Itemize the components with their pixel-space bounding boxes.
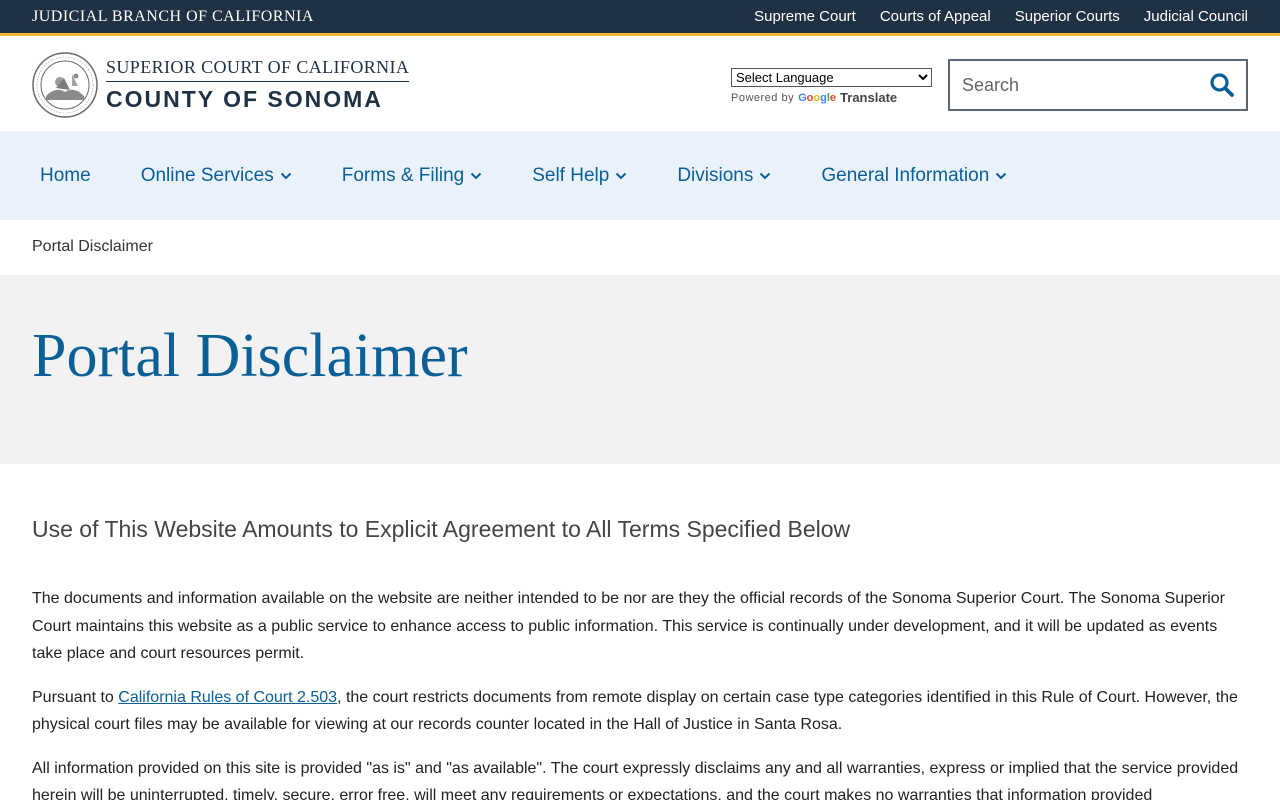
link-superior-courts[interactable]: Superior Courts xyxy=(1015,8,1120,25)
link-supreme-court[interactable]: Supreme Court xyxy=(754,8,856,25)
nav-general-information[interactable]: General Information xyxy=(821,165,1007,187)
court-seal-icon xyxy=(32,52,98,118)
nav-home-label: Home xyxy=(40,164,91,186)
nav-self-help[interactable]: Self Help xyxy=(532,165,627,187)
powered-by-google: Powered by Google Translate xyxy=(731,90,932,105)
page-title: Portal Disclaimer xyxy=(32,322,468,390)
top-utility-bar: JUDICIAL BRANCH OF CALIFORNIA Supreme Co… xyxy=(0,0,1280,36)
nav-online-services-label: Online Services xyxy=(140,164,274,186)
search-button[interactable] xyxy=(1198,61,1246,109)
site-header: SUPERIOR COURT OF CALIFORNIA COUNTY OF S… xyxy=(0,39,1280,131)
chevron-down-icon xyxy=(996,172,1007,179)
logo-line-county: COUNTY OF SONOMA xyxy=(106,86,383,112)
search-box xyxy=(948,59,1248,111)
nav-online-services[interactable]: Online Services xyxy=(141,165,292,187)
logo-text: SUPERIOR COURT OF CALIFORNIA COUNTY OF S… xyxy=(106,57,410,113)
link-courts-of-appeal[interactable]: Courts of Appeal xyxy=(880,8,991,25)
language-select[interactable]: Select Language xyxy=(731,68,932,87)
court-logo[interactable]: SUPERIOR COURT OF CALIFORNIA COUNTY OF S… xyxy=(32,52,410,118)
page-hero: Portal Disclaimer xyxy=(0,275,1280,464)
judicial-links: Supreme Court Courts of Appeal Superior … xyxy=(754,8,1248,25)
breadcrumb: Portal Disclaimer xyxy=(32,238,153,256)
breadcrumb-current: Portal Disclaimer xyxy=(32,238,153,255)
judicial-branch-title[interactable]: JUDICIAL BRANCH OF CALIFORNIA xyxy=(32,8,314,26)
chevron-down-icon xyxy=(616,172,627,179)
chevron-down-icon xyxy=(471,172,482,179)
nav-divisions[interactable]: Divisions xyxy=(677,165,771,187)
p2-prefix: Pursuant to xyxy=(32,688,119,706)
google-logo-icon[interactable]: Google xyxy=(798,92,836,104)
rules-of-court-link[interactable]: California Rules of Court 2.503 xyxy=(118,689,337,706)
powered-by-label: Powered by xyxy=(731,91,795,104)
paragraph-as-is: All information provided on this site is… xyxy=(32,759,1239,800)
translate-label: Translate xyxy=(840,90,898,105)
nav-home[interactable]: Home xyxy=(40,165,91,187)
nav-forms-filing-label: Forms & Filing xyxy=(341,164,465,186)
main-content: Use of This Website Amounts to Explicit … xyxy=(32,516,1248,800)
content-heading: Use of This Website Amounts to Explicit … xyxy=(32,516,851,542)
link-judicial-council[interactable]: Judicial Council xyxy=(1144,8,1248,25)
chevron-down-icon xyxy=(760,172,771,179)
main-navigation: Home Online Services Forms & Filing Self… xyxy=(0,131,1280,220)
paragraph-rules-of-court: Pursuant to California Rules of Court 2.… xyxy=(32,684,1248,739)
nav-self-help-label: Self Help xyxy=(532,164,610,186)
nav-general-information-label: General Information xyxy=(821,164,990,186)
search-input[interactable] xyxy=(950,61,1198,109)
nav-divisions-label: Divisions xyxy=(677,164,754,186)
google-translate-widget: Select Language Powered by Google Transl… xyxy=(731,68,932,105)
search-icon xyxy=(1210,73,1234,97)
paragraph-official-records: The documents and information available … xyxy=(32,590,1226,662)
nav-forms-filing[interactable]: Forms & Filing xyxy=(342,165,482,187)
chevron-down-icon xyxy=(280,172,291,179)
logo-line-superior-court: SUPERIOR COURT OF CALIFORNIA xyxy=(106,57,410,82)
